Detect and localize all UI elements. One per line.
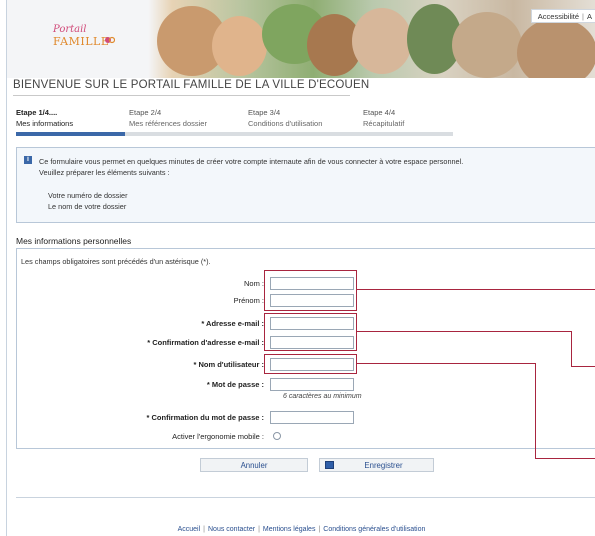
photo-adult — [517, 18, 595, 78]
logo-text-line2: FAMILLE — [53, 35, 110, 48]
info-text: Ce formulaire vous permet en quelques mi… — [39, 156, 463, 178]
bottom-divider — [16, 497, 595, 498]
email-confirm-label: * Confirmation d'adresse e-mail : — [147, 338, 264, 347]
logo-mark-icon — [105, 36, 115, 44]
mobile-ergonomics-radio[interactable] — [273, 432, 281, 440]
info-list-item: Le nom de votre dossier — [48, 202, 127, 211]
save-button[interactable]: Enregistrer — [319, 458, 434, 472]
annotation-line-email-v — [571, 331, 572, 366]
step-4: Etape 4/4 Récapitulatif — [363, 108, 478, 129]
step-2-subtitle: Mes références dossier — [129, 119, 207, 128]
step-4-subtitle: Récapitulatif — [363, 119, 405, 128]
top-links: Accessibilité | A — [530, 9, 595, 23]
annotation-box-identity — [264, 270, 357, 311]
annotation-line-email-h2 — [571, 366, 595, 367]
step-2-title: Etape 2/4 — [129, 108, 162, 117]
info-list-item: Votre numéro de dossier — [48, 191, 128, 200]
annotation-box-email — [264, 313, 357, 351]
prenom-label: Prénom : — [233, 296, 264, 305]
info-line-2: Veuillez préparer les éléments suivants … — [39, 168, 170, 177]
save-button-label: Enregistrer — [364, 461, 403, 470]
password-confirm-input[interactable] — [270, 411, 354, 424]
annotation-line-username-h1 — [357, 363, 535, 364]
info-list: Votre numéro de dossier Le nom de votre … — [48, 190, 128, 212]
title-divider — [13, 95, 350, 96]
password-confirm-label: * Confirmation du mot de passe : — [146, 413, 264, 422]
step-1-subtitle: Mes informations — [16, 119, 74, 128]
info-icon: i — [24, 156, 32, 164]
top-link-truncated[interactable]: A — [587, 12, 592, 21]
annotation-line-username-h2 — [535, 458, 595, 459]
step-2: Etape 2/4 Mes références dossier — [129, 108, 244, 129]
step-progress-bar — [16, 132, 453, 136]
accessibility-link[interactable]: Accessibilité — [538, 12, 579, 21]
footer-link-contact[interactable]: Nous contacter — [208, 526, 255, 533]
annotation-line-username-v — [535, 363, 536, 458]
required-note: Les champs obligatoires sont précédés d'… — [21, 257, 211, 266]
footer-link-terms[interactable]: Conditions générales d'utilisation — [323, 526, 425, 533]
step-1-title: Etape 1/4.... — [16, 108, 58, 117]
photo-child-4 — [352, 8, 412, 74]
step-3-subtitle: Conditions d'utilisation — [248, 119, 323, 128]
portail-famille-logo[interactable]: Portail FAMILLE — [53, 24, 133, 54]
field-row-password: * Mot de passe : — [7, 378, 595, 392]
logo-text-line1: Portail — [53, 24, 87, 35]
cancel-button[interactable]: Annuler — [200, 458, 308, 472]
photo-child-2 — [212, 16, 267, 76]
footer-link-legal[interactable]: Mentions légales — [263, 526, 316, 533]
nom-label: Nom : — [243, 279, 264, 288]
password-label: * Mot de passe : — [206, 380, 264, 389]
save-icon — [325, 461, 334, 469]
photo-child-5 — [452, 12, 522, 78]
footer-separator: | — [258, 526, 260, 533]
info-box: i Ce formulaire vous permet en quelques … — [16, 147, 595, 223]
step-4-title: Etape 4/4 — [363, 108, 396, 117]
step-3: Etape 3/4 Conditions d'utilisation — [248, 108, 363, 129]
footer: Accueil | Nous contacter | Mentions légales |… — [7, 526, 595, 533]
step-3-title: Etape 3/4 — [248, 108, 281, 117]
step-progress-fill — [16, 132, 126, 136]
email-label: * Adresse e-mail : — [201, 319, 264, 328]
footer-separator: | — [318, 526, 321, 533]
step-1: Etape 1/4.... Mes informations — [16, 108, 131, 129]
username-label: * Nom d'utilisateur : — [193, 360, 264, 369]
header-banner: Portail FAMILLE Accessibilité | A — [7, 0, 595, 78]
annotation-box-username — [264, 354, 357, 374]
info-line-1: Ce formulaire vous permet en quelques mi… — [39, 157, 464, 166]
password-input[interactable] — [270, 378, 354, 391]
section-title: Mes informations personnelles — [16, 236, 132, 246]
mobile-label: Activer l'ergonomie mobile : — [172, 432, 264, 441]
page-frame: Portail FAMILLE Accessibilité | A BIENVENU… — [6, 0, 595, 536]
top-links-separator: | — [582, 12, 584, 21]
field-row-password-confirm: * Confirmation du mot de passe : — [7, 411, 595, 425]
footer-separator: | — [203, 526, 205, 533]
page-title: BIENVENUE SUR LE PORTAIL FAMILLE DE LA V… — [13, 79, 370, 91]
field-row-mobile: Activer l'ergonomie mobile : — [7, 430, 595, 444]
annotation-line-email-h1 — [357, 331, 571, 332]
footer-link-home[interactable]: Accueil — [178, 526, 201, 533]
annotation-line-identity — [357, 289, 595, 290]
password-hint: 6 caractères au minimum — [283, 393, 362, 400]
